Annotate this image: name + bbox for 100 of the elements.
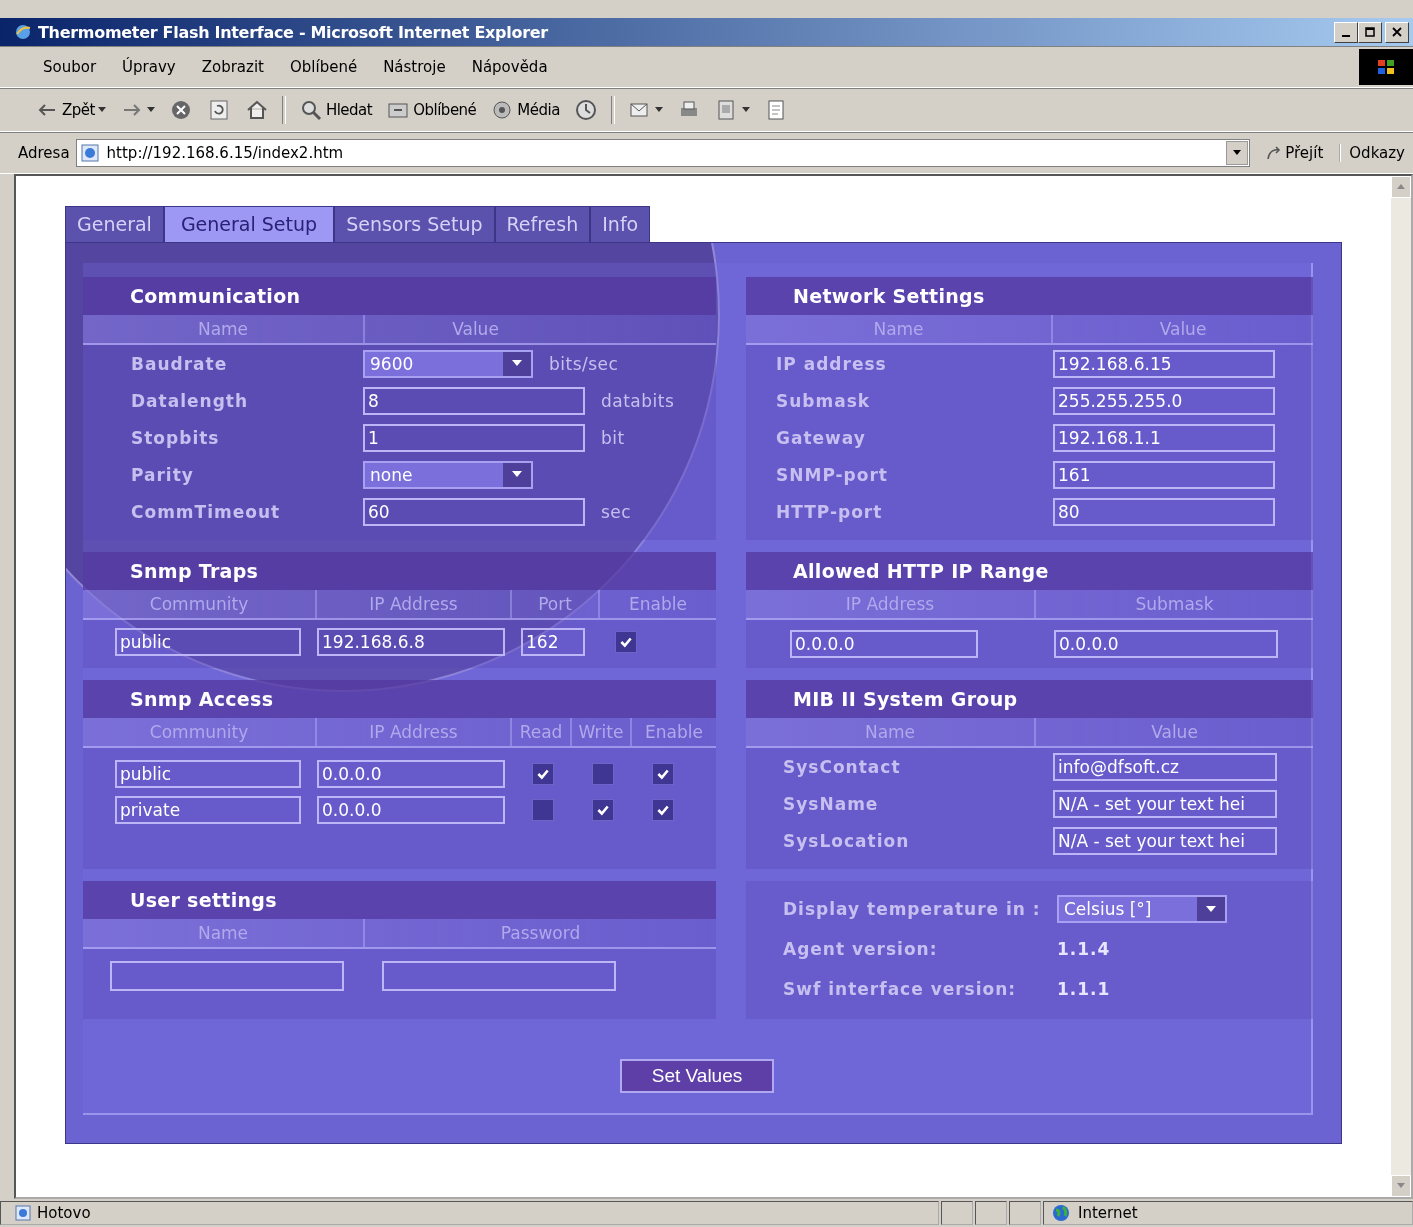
maximize-icon xyxy=(1365,27,1375,37)
unit-label: bit xyxy=(601,427,625,448)
field-label: Submask xyxy=(776,390,872,411)
section-title: Snmp Access xyxy=(83,680,716,718)
input-field[interactable]: 80 xyxy=(1053,497,1275,526)
column-header: Read xyxy=(510,718,570,746)
field-label: HTTP-port xyxy=(776,501,884,522)
dropdown-arrow-icon xyxy=(512,360,522,367)
input-field[interactable]: 0.0.0.0 xyxy=(790,630,978,658)
checkbox[interactable] xyxy=(652,799,674,821)
address-field[interactable]: http://192.168.6.15/index2.htm xyxy=(75,139,1251,167)
zone-indicator: Internet xyxy=(1043,1201,1413,1225)
field-label: Agent version: xyxy=(783,939,939,959)
column-header: Enable xyxy=(630,718,716,746)
history-icon xyxy=(573,98,598,122)
arrow-icon xyxy=(1266,145,1283,161)
field-label: Display temperature in : xyxy=(783,899,1042,919)
input-field[interactable]: private xyxy=(115,796,301,824)
input-field[interactable]: info@dfsoft.cz xyxy=(1053,752,1277,781)
menu-item[interactable]: Úpravy xyxy=(109,54,189,80)
input-field[interactable]: 162 xyxy=(521,628,585,656)
column-header: IP Address xyxy=(315,590,510,618)
check-icon xyxy=(656,803,670,817)
section-title: User settings xyxy=(83,881,716,919)
column-header: Submask xyxy=(1034,590,1313,618)
menu-item[interactable]: Soubor xyxy=(30,54,110,80)
dropdown[interactable]: Celsius [°] xyxy=(1057,895,1227,923)
toolbar-button[interactable]: Zpět xyxy=(30,96,111,124)
column-header: Name xyxy=(196,318,250,341)
column-header: Password xyxy=(363,919,716,947)
status-panel xyxy=(975,1201,1007,1225)
scrollbar[interactable] xyxy=(1391,176,1411,1197)
input-field[interactable]: 161 xyxy=(1053,460,1275,489)
go-button[interactable]: Přejít xyxy=(1256,144,1334,162)
input-field[interactable]: 0.0.0.0 xyxy=(1054,630,1278,658)
column-header: Community xyxy=(148,721,250,744)
flag-icon xyxy=(1376,58,1396,76)
maximize-button[interactable] xyxy=(1358,21,1382,43)
page-icon xyxy=(15,1205,31,1221)
checkbox[interactable] xyxy=(615,631,637,653)
minimize-button[interactable] xyxy=(1334,21,1358,43)
input-field[interactable]: public xyxy=(115,760,301,788)
status-panel xyxy=(1009,1201,1041,1225)
menu-item[interactable]: Oblíbené xyxy=(276,54,371,80)
field-label: Gateway xyxy=(776,427,867,448)
section-title: MIB II System Group xyxy=(746,680,1313,718)
toolbar-button[interactable]: Oblíbené xyxy=(381,96,482,124)
field-label: SysContact xyxy=(783,756,902,777)
checkbox[interactable] xyxy=(532,763,554,785)
column-header: Community xyxy=(148,593,250,616)
dropdown[interactable]: 9600 xyxy=(363,349,533,378)
close-button[interactable] xyxy=(1385,21,1409,43)
set-values-button[interactable]: Set Values xyxy=(619,1059,775,1093)
field-label: CommTimeout xyxy=(131,501,282,522)
tab[interactable]: General Setup xyxy=(163,206,335,242)
window-title: Thermometer Flash Interface - Microsoft Internet Explorer xyxy=(38,22,548,42)
checkbox[interactable] xyxy=(652,763,674,785)
section-title: Snmp Traps xyxy=(83,552,716,590)
toolbar-button[interactable]: Média xyxy=(485,96,565,124)
dropdown[interactable]: none xyxy=(363,460,533,489)
tab[interactable]: General xyxy=(65,206,164,242)
input-field[interactable]: public xyxy=(115,628,301,656)
input-field[interactable]: N/A - set your text hei xyxy=(1053,826,1277,855)
input-field[interactable]: 0.0.0.0 xyxy=(317,796,505,824)
close-icon xyxy=(1392,27,1402,37)
page-icon xyxy=(80,144,99,162)
input-field[interactable]: 1 xyxy=(363,423,585,452)
column-header: IP Address xyxy=(315,718,510,746)
checkbox[interactable] xyxy=(592,763,614,785)
input-field[interactable] xyxy=(382,961,616,991)
input-field[interactable]: 60 xyxy=(363,497,585,526)
section-title: Network Settings xyxy=(746,277,1313,315)
input-field[interactable]: 8 xyxy=(363,386,585,415)
input-field[interactable]: 192.168.1.1 xyxy=(1053,423,1275,452)
input-field[interactable] xyxy=(110,961,344,991)
menu-item[interactable]: Nápověda xyxy=(458,54,561,80)
column-header: Write xyxy=(570,718,630,746)
tab[interactable]: Info xyxy=(590,206,651,242)
field-label: IP address xyxy=(776,353,888,374)
column-header: Port xyxy=(510,590,598,618)
toolbar-button[interactable]: Hledat xyxy=(293,96,378,124)
input-field[interactable]: 255.255.255.0 xyxy=(1053,386,1275,415)
tab[interactable]: Refresh xyxy=(494,206,591,242)
menu-item[interactable]: Nástroje xyxy=(370,54,459,80)
version-value: 1.1.1 xyxy=(1057,979,1111,999)
menu-item[interactable]: Zobrazit xyxy=(188,54,277,80)
minimize-icon xyxy=(1342,34,1350,37)
column-header: Enable xyxy=(598,590,716,618)
input-field[interactable]: 192.168.6.15 xyxy=(1053,349,1275,378)
globe-icon xyxy=(1052,1204,1070,1222)
input-field[interactable]: 0.0.0.0 xyxy=(317,760,505,788)
links-button[interactable]: Odkazy xyxy=(1339,144,1413,162)
checkbox[interactable] xyxy=(532,799,554,821)
checkbox[interactable] xyxy=(592,799,614,821)
input-field[interactable]: N/A - set your text hei xyxy=(1053,789,1277,818)
input-field[interactable]: 192.168.6.8 xyxy=(317,628,505,656)
check-icon xyxy=(536,767,550,781)
column-header: Value xyxy=(1034,718,1313,746)
tab[interactable]: Sensors Setup xyxy=(334,206,495,242)
unit-label: databits xyxy=(601,390,675,411)
